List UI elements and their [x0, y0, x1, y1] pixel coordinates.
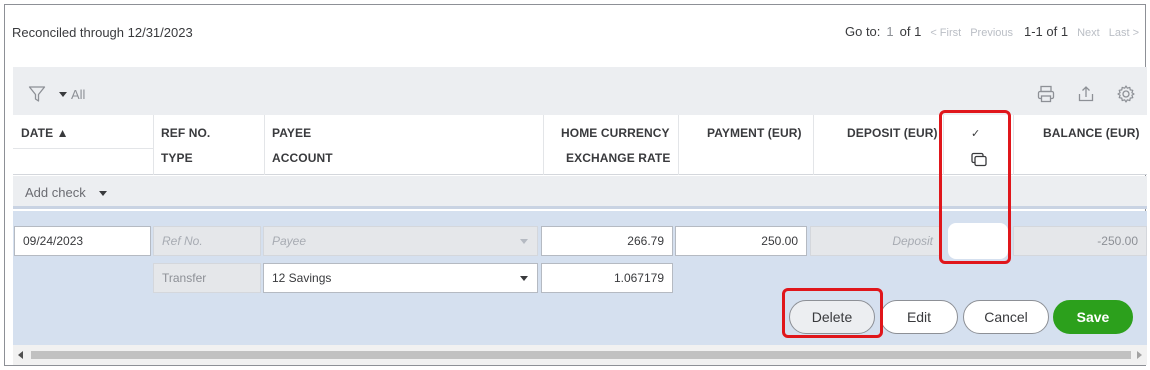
chevron-down-icon: [520, 239, 528, 244]
register-topbar: Reconciled through 12/31/2023 Go to: 1 o…: [5, 5, 1145, 65]
cancel-button[interactable]: Cancel: [963, 300, 1049, 334]
add-check-row: Add check: [13, 176, 1147, 209]
payee-field: Payee: [263, 226, 538, 256]
date-field[interactable]: 09/24/2023: [14, 226, 151, 256]
account-field[interactable]: 12 Savings: [263, 263, 538, 293]
export-icon[interactable]: [1076, 84, 1096, 104]
scroll-left-icon[interactable]: [18, 351, 23, 359]
chevron-down-icon[interactable]: [99, 191, 107, 196]
column-header-account[interactable]: ACCOUNT: [272, 151, 333, 165]
type-field: Transfer: [153, 263, 261, 293]
reconciled-status: Reconciled through 12/31/2023: [12, 25, 193, 40]
column-header-payee[interactable]: PAYEE: [272, 126, 311, 140]
column-header-exchange-rate[interactable]: EXCHANGE RATE: [566, 151, 670, 165]
settings-icon[interactable]: [1116, 84, 1136, 104]
page-range: 1-1 of 1: [1024, 24, 1069, 39]
print-icon[interactable]: [1036, 84, 1056, 104]
column-header-row: DATE ▲ REF NO. TYPE PAYEE ACCOUNT HOME C…: [13, 115, 1147, 175]
delete-button[interactable]: Delete: [789, 300, 875, 334]
horizontal-scrollbar[interactable]: [13, 345, 1147, 365]
register-toolbar: All: [13, 67, 1147, 115]
column-header-deposit[interactable]: DEPOSIT (EUR): [847, 126, 938, 140]
column-header-home-currency[interactable]: HOME CURRENCY: [561, 126, 670, 140]
filter-icon[interactable]: [28, 85, 46, 103]
balance-field: -250.00: [1013, 226, 1147, 256]
edit-button[interactable]: Edit: [880, 300, 958, 334]
next-page-link[interactable]: Next: [1077, 27, 1100, 39]
pagination: Go to: 1 of 1 < First Previous 1-1 of 1 …: [839, 24, 1139, 39]
save-button[interactable]: Save: [1053, 300, 1133, 334]
page-count: of 1: [899, 24, 922, 39]
column-header-date[interactable]: DATE ▲: [21, 126, 69, 140]
exchange-rate-field[interactable]: 1.067179: [541, 263, 673, 293]
copy-icon: [971, 152, 987, 167]
chevron-down-icon[interactable]: [520, 276, 528, 281]
reconcile-status-field[interactable]: [948, 223, 1008, 259]
add-check-dropdown[interactable]: Add check: [25, 185, 86, 200]
page-number-input[interactable]: 1: [886, 24, 893, 39]
register-panel: Reconciled through 12/31/2023 Go to: 1 o…: [4, 4, 1147, 366]
payment-field[interactable]: 250.00: [675, 226, 807, 256]
goto-label: Go to:: [844, 24, 881, 39]
column-header-reconcile-status[interactable]: ✓: [971, 127, 980, 140]
column-header-payment[interactable]: PAYMENT (EUR): [707, 126, 802, 140]
previous-page-link[interactable]: Previous: [970, 27, 1013, 39]
column-header-ref-no[interactable]: REF NO.: [161, 126, 210, 140]
column-header-balance[interactable]: BALANCE (EUR): [1043, 126, 1140, 140]
first-page-link[interactable]: < First: [930, 27, 961, 39]
scrollbar-thumb[interactable]: [31, 351, 1131, 359]
scroll-right-icon[interactable]: [1137, 351, 1142, 359]
ref-no-field: Ref No.: [153, 226, 261, 256]
column-header-type[interactable]: TYPE: [161, 151, 193, 165]
filter-value[interactable]: All: [71, 87, 85, 102]
transaction-edit-row: 09/24/2023 Ref No. Payee 266.79 250.00 D…: [13, 211, 1147, 345]
home-currency-amount-field[interactable]: 266.79: [541, 226, 673, 256]
last-page-link[interactable]: Last >: [1109, 27, 1139, 39]
chevron-down-icon[interactable]: [59, 92, 67, 97]
deposit-field: Deposit: [810, 226, 942, 256]
